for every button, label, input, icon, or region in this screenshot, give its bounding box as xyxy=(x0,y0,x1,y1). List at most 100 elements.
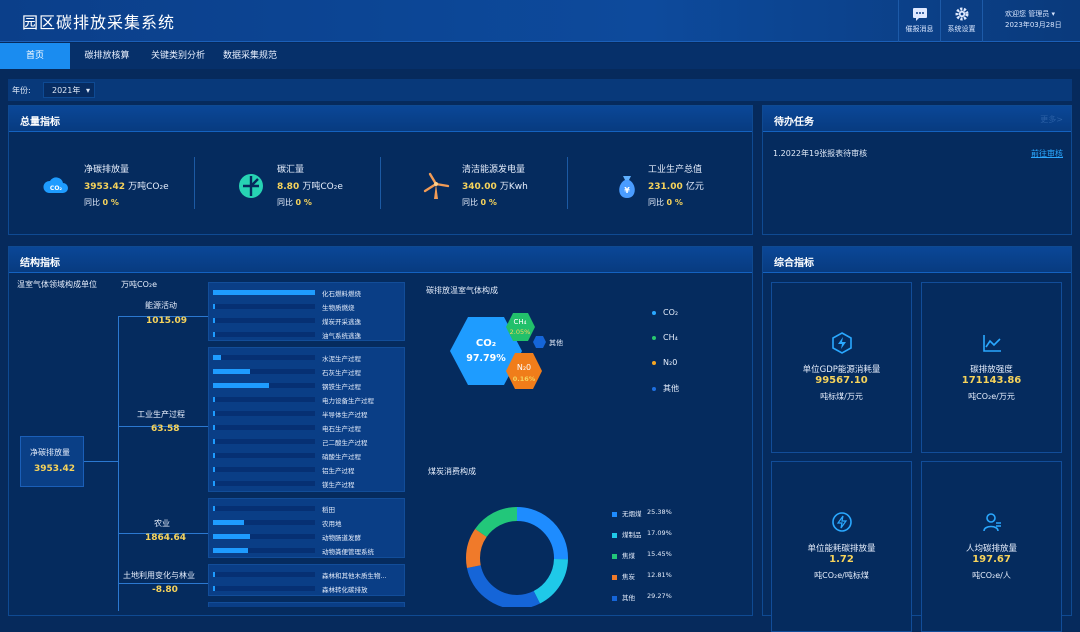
settings-label: 系统设置 xyxy=(947,25,976,33)
gas-legend-item: N₂0 xyxy=(652,358,677,367)
bar-track xyxy=(213,481,315,486)
bar-row: 钢铁生产过程 xyxy=(213,381,403,391)
wind-turbine-icon xyxy=(423,172,450,199)
tab-data-spec[interactable]: 数据采集规范 xyxy=(218,43,282,69)
root-label: 净碳排放量 xyxy=(30,448,70,457)
bar-label: 森林和其他木质生物... xyxy=(322,572,387,580)
legend-pct: 15.45% xyxy=(647,550,672,558)
legend-label: N₂0 xyxy=(663,358,678,367)
tab-accounting[interactable]: 碳排放核算 xyxy=(78,43,136,69)
bar-label: 半导体生产过程 xyxy=(322,411,368,419)
filter-bar: 年份: 2021年 ▾ xyxy=(8,79,1072,101)
bar-label: 钢铁生产过程 xyxy=(322,383,361,391)
svg-text:CO₂: CO₂ xyxy=(50,185,63,192)
bar-row: 石灰生产过程 xyxy=(213,367,403,377)
reminder-button[interactable]: 催报消息 xyxy=(898,0,940,42)
other-hex xyxy=(533,336,546,348)
legend-dot xyxy=(652,310,656,315)
legend-dot xyxy=(652,386,656,391)
group-label: 能源活动 xyxy=(145,301,177,310)
gas-legend-item: 其他 xyxy=(652,383,679,394)
bar-label: 动物肠道发酵 xyxy=(322,534,361,542)
bar-fill xyxy=(213,290,315,295)
kpi-yoy: 同比 0 % xyxy=(462,198,497,207)
bar-fill xyxy=(213,411,215,416)
gas-legend-item: CO₂ xyxy=(652,308,678,317)
year-value: 2021年 xyxy=(52,86,81,95)
bar-group xyxy=(208,602,405,607)
bar-track xyxy=(213,355,315,360)
legend-pct: 12.81% xyxy=(647,571,672,579)
landuse-bar-group: 森林和其他木质生物... 森林转化碳排放 xyxy=(208,564,405,596)
main-nav: 首页 碳排放核算 关键类别分析 数据采集规范 xyxy=(0,43,1080,69)
bar-label: 化石燃料燃烧 xyxy=(322,290,361,298)
divider xyxy=(194,157,195,209)
bar-row: 森林转化碳排放 xyxy=(213,584,403,594)
bar-track xyxy=(213,439,315,444)
legend-label: 焦炭 xyxy=(622,573,635,581)
legend-swatch xyxy=(612,595,617,601)
svg-text:¥: ¥ xyxy=(624,186,630,195)
bar-track xyxy=(213,453,315,458)
bar-label: 农用地 xyxy=(322,520,342,528)
bar-track xyxy=(213,397,315,402)
bar-track xyxy=(213,318,315,323)
bar-track xyxy=(213,586,315,591)
legend-label: CH₄ xyxy=(663,333,678,342)
user-menu[interactable]: 欢迎您 管理员 ▾ 2023年03月28日 xyxy=(982,0,1080,42)
bar-row: 硝酸生产过程 xyxy=(213,451,403,461)
panel-header: 总量指标 xyxy=(9,106,752,132)
tab-home[interactable]: 首页 xyxy=(0,43,70,69)
card-gdp-energy: 单位GDP能源消耗量 99567.10 吨标煤/万元 xyxy=(771,282,912,453)
bar-fill xyxy=(213,425,215,430)
year-select[interactable]: 2021年 ▾ xyxy=(43,82,95,98)
bar-fill xyxy=(213,534,250,539)
bar-row: 水泥生产过程 xyxy=(213,353,403,363)
bar-label: 稻田 xyxy=(322,506,335,514)
card-value: 197.67 xyxy=(972,554,1011,565)
bar-row: 电石生产过程 xyxy=(213,423,403,433)
connector xyxy=(118,583,208,584)
year-label: 年份: xyxy=(12,86,31,95)
message-icon xyxy=(912,8,927,21)
bar-row: 动物肠道发酵 xyxy=(213,532,403,542)
coal-legend-item: 无烟煤 25.38% xyxy=(612,508,672,518)
bar-label: 铝生产过程 xyxy=(322,467,355,475)
energy-bar-group: 化石燃料燃烧 生物质燃烧 煤炭开采逃逸 油气系统逃逸 xyxy=(208,282,405,341)
bar-label: 油气系统逃逸 xyxy=(322,332,361,340)
legend-dot xyxy=(652,360,656,365)
lightning-hex-icon xyxy=(832,332,852,354)
kpi-yoy: 同比 0 % xyxy=(277,198,312,207)
panel-title: 综合指标 xyxy=(774,258,814,269)
n2o-hex-label: N₂0 xyxy=(517,363,531,372)
card-unit: 吨CO₂e/吨标煤 xyxy=(814,571,869,580)
bar-fill xyxy=(213,572,215,577)
welcome-text: 欢迎您 xyxy=(1005,10,1026,18)
panel-header: 结构指标 xyxy=(9,247,752,273)
bar-fill xyxy=(213,586,215,591)
co2-hex-pct: 97.79% xyxy=(466,353,506,364)
go-review-link[interactable]: 前往审核 xyxy=(1031,148,1063,159)
bar-fill xyxy=(213,520,244,525)
more-link[interactable]: 更多> xyxy=(1040,114,1063,125)
bar-fill xyxy=(213,355,221,360)
coal-chart-title: 煤炭消费构成 xyxy=(428,467,476,476)
card-unit: 吨标煤/万元 xyxy=(820,392,863,401)
todo-panel: 待办任务 更多> 1.2022年19张报表待审核 前往审核 xyxy=(762,105,1072,235)
legend-label: 无烟煤 xyxy=(622,510,642,518)
group-label: 农业 xyxy=(154,519,170,528)
bar-track xyxy=(213,411,315,416)
settings-button[interactable]: 系统设置 xyxy=(940,0,982,42)
bar-row: 动物粪便管理系统 xyxy=(213,546,403,556)
coal-legend-item: 焦煤 15.45% xyxy=(612,550,672,560)
tab-key-category[interactable]: 关键类别分析 xyxy=(146,43,210,69)
bar-fill xyxy=(213,383,269,388)
reminder-label: 催报消息 xyxy=(905,25,934,33)
bar-label: 硝酸生产过程 xyxy=(322,453,361,461)
connector xyxy=(118,316,119,611)
bar-row: 稻田 xyxy=(213,504,403,514)
bar-fill xyxy=(213,467,215,472)
gas-hex-chart: CO₂ 97.79% CH₄ 2.05% N₂0 0.16% 其他 xyxy=(450,313,563,389)
kpi-label: 碳汇量 xyxy=(277,165,305,175)
bar-row: 生物质燃烧 xyxy=(213,302,403,312)
